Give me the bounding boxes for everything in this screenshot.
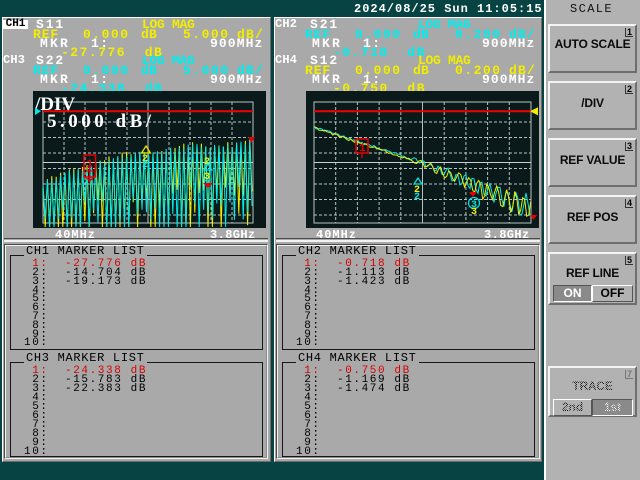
- svg-text:3: 3: [471, 207, 477, 218]
- svg-text:2: 2: [414, 192, 420, 203]
- svg-text:2: 2: [142, 160, 148, 171]
- svg-text:5.000 dB/: 5.000 dB/: [47, 111, 155, 132]
